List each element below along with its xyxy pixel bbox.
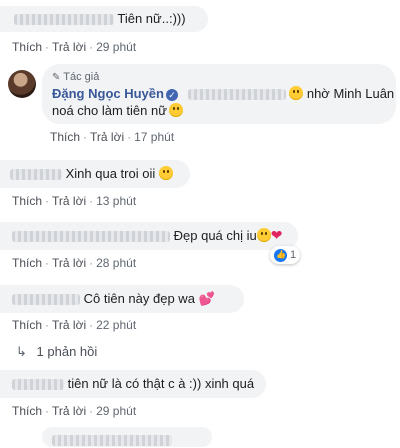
like-link[interactable]: Thích	[50, 130, 80, 144]
redacted-name	[14, 14, 114, 26]
comment-text-cont: noá cho làm tiên nữ	[52, 102, 386, 119]
comment-line: Đặng Ngọc Huyền ✓ nhờ Minh Luân	[52, 85, 394, 102]
grinning-emoji-icon	[158, 166, 173, 180]
redacted-name	[12, 379, 64, 391]
comment-actions: Thích · Trả lời · 13 phút	[12, 194, 137, 208]
comment-bubble: Xinh qua troi oii	[0, 160, 190, 188]
like-link[interactable]: Thích	[12, 194, 42, 208]
heart-icon: ❤	[270, 227, 283, 243]
comment-text: Đẹp quá chị iu	[173, 228, 257, 243]
author-badge: ✎ Tác giả	[52, 71, 100, 83]
comment-actions: Thích · Trả lời · 22 phút	[12, 318, 137, 332]
reply-link[interactable]: Trả lời	[52, 404, 86, 418]
reaction-count: 1	[290, 249, 297, 261]
comment-time[interactable]: 22 phút	[96, 318, 136, 332]
reply-link[interactable]: Trả lời	[52, 194, 86, 208]
laughing-emoji-icon	[168, 103, 183, 117]
comment-time[interactable]: 29 phút	[96, 404, 136, 418]
like-link[interactable]: Thích	[12, 318, 42, 332]
comment-time[interactable]: 13 phút	[96, 194, 136, 208]
like-link[interactable]: Thích	[12, 256, 42, 270]
kissing-emoji-icon	[256, 228, 271, 242]
reply-arrow-icon: ↳	[16, 344, 27, 359]
verified-badge-icon: ✓	[165, 89, 178, 101]
comment-actions: Thích · Trả lời · 29 phút	[12, 40, 137, 54]
comment-text: Tiên nữ..:)))	[117, 11, 186, 26]
comment-bubble-partial	[42, 427, 212, 447]
like-link[interactable]: Thích	[12, 40, 42, 54]
redacted-name	[12, 294, 80, 306]
reply-link[interactable]: Trả lời	[52, 256, 86, 270]
comment-bubble: tiên nữ là có thật c à :)) xinh quá	[0, 370, 266, 398]
comment-time[interactable]: 17 phút	[134, 130, 174, 144]
comment-bubble: Đẹp quá chị iu ❤	[0, 222, 298, 250]
comment-text: tiên nữ là có thật c à :)) xinh quá	[67, 376, 255, 391]
redacted-name	[52, 435, 172, 447]
reply-link[interactable]: Trả lời	[90, 130, 124, 144]
comment-time[interactable]: 28 phút	[96, 256, 136, 270]
pencil-icon: ✎	[52, 72, 61, 83]
reply-link[interactable]: Trả lời	[52, 40, 86, 54]
comment-actions: Thích · Trả lời · 28 phút	[12, 256, 137, 270]
like-link[interactable]: Thích	[12, 404, 42, 418]
hearts-icon: 💕	[198, 291, 215, 306]
view-replies-link[interactable]: ↳ 1 phản hồi	[16, 344, 97, 360]
author-name[interactable]: Đặng Ngọc Huyền	[52, 86, 164, 101]
redacted-name	[10, 169, 62, 181]
comment-text: Xinh qua troi oii	[65, 166, 156, 181]
comment-time[interactable]: 29 phút	[96, 40, 136, 54]
comment-bubble: Tiên nữ..:)))	[0, 6, 208, 32]
comment-bubble-author: ✎ Tác giả Đặng Ngọc Huyền ✓ nhờ Minh Luân…	[42, 64, 396, 124]
like-reaction-icon	[274, 248, 287, 262]
reaction-badge[interactable]: 1	[270, 246, 301, 264]
avatar[interactable]	[8, 70, 36, 98]
comment-actions: Thích · Trả lời · 17 phút	[50, 130, 175, 144]
comment-text: nhờ Minh Luân	[306, 86, 395, 101]
comment-actions: Thích · Trả lời · 29 phút	[12, 404, 137, 418]
reply-link[interactable]: Trả lời	[52, 318, 86, 332]
redacted-name	[12, 231, 170, 243]
redacted-mention	[187, 89, 286, 101]
comment-text: Cô tiên này đẹp wa	[83, 291, 195, 306]
grinning-emoji-icon	[289, 86, 304, 100]
comment-bubble: Cô tiên này đẹp wa 💕	[0, 285, 244, 313]
